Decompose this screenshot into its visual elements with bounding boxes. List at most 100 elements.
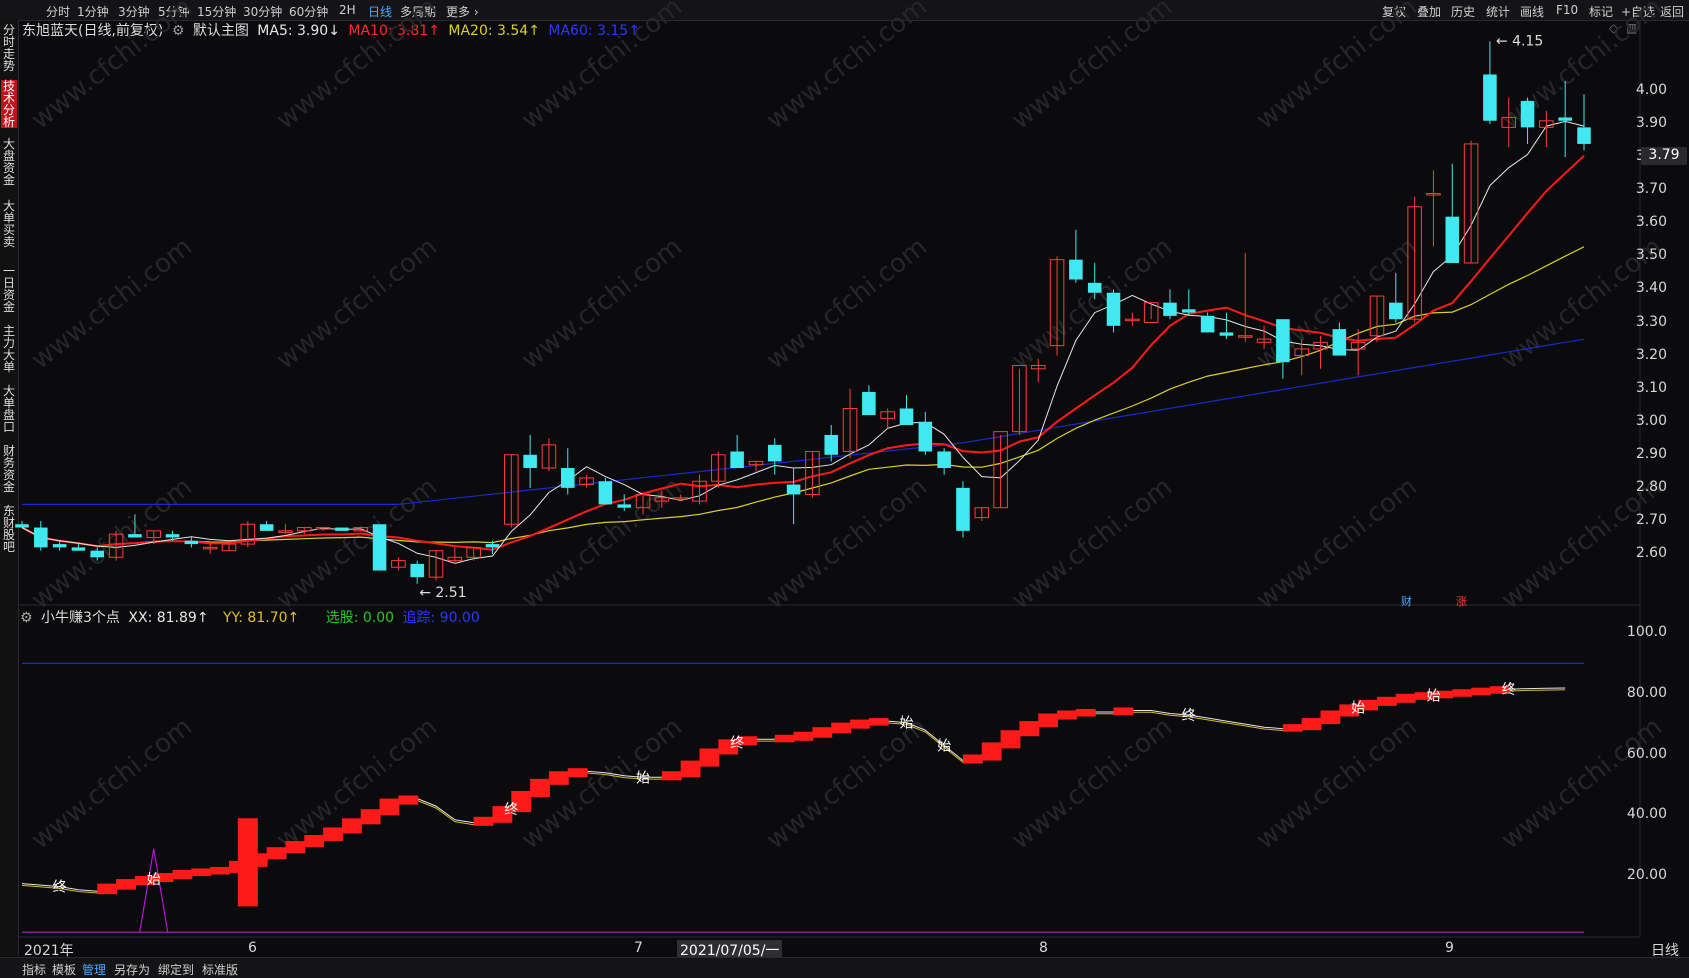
indicator-up-segment [285, 841, 306, 854]
stock-name: 东旭蓝天(日线,前复权) [22, 23, 164, 39]
period-tab[interactable]: 3分钟 [118, 3, 150, 20]
candle-body-down [1577, 127, 1591, 144]
candle-body-up [428, 550, 444, 578]
end-signal-label: 终 [1182, 708, 1196, 724]
bottom-button-active[interactable]: 管理 [82, 961, 106, 978]
bottom-button[interactable]: 绑定到 [158, 961, 194, 978]
indicator-name[interactable]: 小牛赚3个点 [41, 610, 120, 626]
candle-body-up [221, 543, 237, 552]
candle-body-up [692, 480, 707, 502]
indicator-up-segment [812, 727, 833, 738]
indicator-up-segment [341, 818, 362, 834]
more-menu[interactable]: 更多 › [446, 3, 479, 20]
leftnav-item[interactable]: 主力大单 [1, 325, 17, 373]
indicator-up-segment [530, 778, 550, 797]
candle-body-up [748, 460, 764, 466]
indicator-up-segment [398, 795, 419, 805]
bottom-button[interactable]: 模板 [52, 961, 76, 978]
indicator-plot: 终始终始终始始终 始始终 [21, 662, 1584, 933]
period-tab-active[interactable]: 日线 [368, 3, 392, 20]
xaxis-label: 8 [1039, 940, 1048, 956]
finance-badge: 财 [1401, 594, 1412, 608]
bottom-button[interactable]: 标准版 [202, 961, 238, 978]
period-tab[interactable]: 5分钟 [158, 3, 190, 20]
panel-icon[interactable]: ▥ [1626, 21, 1637, 35]
watermark-text: www.cfchi.com [271, 712, 443, 856]
period-tab[interactable]: 30分钟 [243, 3, 282, 20]
watermark-text: www.cfchi.com [1496, 712, 1668, 856]
candle-body-down [937, 451, 951, 469]
left-nav: 分时走势 技术分析 大盘资金 大单买卖 一日资金 主力大单 大单盘口 财务资金 … [0, 20, 19, 956]
template-name[interactable]: 默认主图 [193, 23, 249, 39]
period-tab[interactable]: 2H [339, 3, 356, 17]
indicator-tick: 80.00 [1626, 684, 1667, 701]
tool-button[interactable]: 统计 [1486, 3, 1510, 20]
back-button[interactable]: 返回 [1660, 3, 1684, 20]
gear-icon[interactable]: ⚙ [172, 23, 185, 39]
candle-body-down [184, 540, 199, 545]
add-watchlist-button[interactable]: +自选 [1621, 3, 1655, 20]
tool-button[interactable]: 历史 [1451, 3, 1475, 20]
candle-body-down [128, 534, 142, 538]
ma20-line [21, 246, 1585, 547]
indicator-up-segment [1414, 692, 1435, 700]
start-signal-label: 始 [937, 738, 951, 754]
leftnav-item[interactable]: 一日资金 [1, 265, 17, 313]
tool-button[interactable]: 标记 [1589, 3, 1613, 20]
bottom-button[interactable]: 另存为 [114, 961, 150, 978]
bottom-button[interactable]: 指标 [22, 961, 46, 978]
diamond-icon[interactable]: ◇ [1609, 21, 1618, 35]
start-signal-label: 始 [1351, 700, 1365, 716]
leftnav-item[interactable]: 大单买卖 [1, 200, 17, 248]
period-tab[interactable]: 60分钟 [289, 3, 328, 20]
xaxis-label: 9 [1445, 940, 1454, 956]
candle-body-up [466, 546, 481, 558]
candle-body-down [90, 550, 105, 558]
candle-body-up [711, 454, 726, 482]
candle-body-down [34, 527, 48, 548]
candle-body-up [805, 450, 820, 495]
indicator-up-segment [699, 748, 720, 767]
candle-body-down [1200, 315, 1215, 333]
leftnav-item[interactable]: 大单盘口 [1, 385, 17, 433]
candle-body-up [880, 411, 895, 419]
candles [15, 41, 1591, 584]
price-tick: 2.90 [1635, 445, 1667, 462]
rise-badge: 涨 [1456, 595, 1467, 608]
indicator-up-segment [1038, 713, 1059, 728]
period-tab[interactable]: 1分钟 [77, 3, 109, 20]
candle-body-up [1294, 348, 1309, 357]
indicator-up-segment [868, 718, 889, 726]
candle-body-up [1143, 302, 1159, 323]
leftnav-item[interactable]: 分时走势 [1, 24, 17, 72]
watermark-text: www.cfchi.com [761, 232, 933, 376]
indicator-up-segment [116, 879, 136, 890]
indicator-up-segment [661, 771, 682, 781]
leftnav-item[interactable]: 财务资金 [1, 445, 17, 493]
start-signal-label: 始 [900, 716, 914, 732]
tool-button[interactable]: 复权 [1382, 3, 1406, 20]
indicator-up-segment [718, 739, 739, 755]
leftnav-item-active[interactable]: 技术分析 [1, 80, 17, 128]
candle-body-up [974, 507, 990, 519]
candle-body-down [824, 434, 839, 455]
indicator-up-segment [172, 869, 193, 879]
more-label: 更多 [446, 5, 471, 19]
candle-body-down [259, 524, 274, 531]
period-tab[interactable]: 分时 [46, 3, 70, 20]
select-spike [139, 848, 169, 933]
period-tab[interactable]: 多周期 [400, 3, 436, 20]
price-tick: 3.20 [1635, 346, 1667, 363]
price-tick: 3.70 [1635, 181, 1667, 198]
tool-button[interactable]: 画线 [1520, 3, 1544, 20]
leftnav-item[interactable]: 东财股吧 [1, 505, 17, 553]
indicator-up-segment [153, 873, 174, 883]
candle-body-up [1501, 116, 1516, 128]
tool-button[interactable]: F10 [1556, 3, 1578, 17]
leftnav-item[interactable]: 大盘资金 [1, 138, 17, 186]
indicator-gear-icon[interactable]: ⚙ [20, 610, 33, 626]
yy-line [21, 689, 1566, 894]
period-tab[interactable]: 15分钟 [197, 3, 236, 20]
watermark-text: www.cfchi.com [26, 472, 198, 616]
tool-button[interactable]: 叠加 [1417, 3, 1441, 20]
